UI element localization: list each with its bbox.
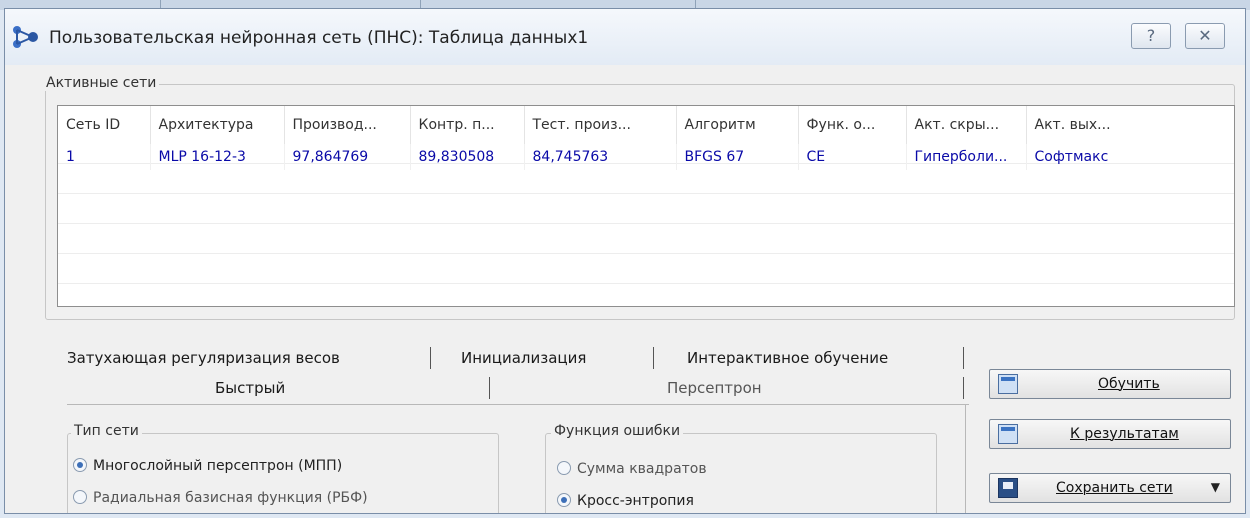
tab-perceptron[interactable]: Персептрон (667, 379, 762, 397)
table-cell: CE (798, 144, 907, 170)
help-button[interactable]: ? (1131, 23, 1171, 49)
tab-panel-border (965, 404, 966, 513)
results-icon (998, 424, 1018, 444)
radio-selected-icon (557, 493, 571, 507)
column-header[interactable]: Производ... (284, 106, 411, 144)
tab-separator (963, 347, 964, 369)
train-button[interactable]: Обучить (989, 369, 1231, 399)
tab-separator (963, 377, 964, 399)
train-button-label: Обучить (1098, 376, 1160, 392)
radio-selected-icon (73, 458, 87, 472)
column-header[interactable]: Сеть ID (58, 106, 151, 144)
table-cell: 89,830508 (410, 144, 525, 170)
column-header[interactable]: Тест. произ... (524, 106, 677, 144)
tab-interactive-training[interactable]: Интерактивное обучение (687, 349, 888, 367)
table-header-row: Сеть ID Архитектура Производ... Контр. п… (58, 106, 1234, 144)
radio-mlp[interactable]: Многослойный персептрон (МПП) (73, 458, 342, 474)
table-cell: BFGS 67 (676, 144, 799, 170)
title-bar[interactable]: Пользовательская нейронная сеть (ПНС): Т… (5, 9, 1245, 65)
radio-cross-entropy-label: Кросс-энтропия (577, 493, 694, 509)
window-title: Пользовательская нейронная сеть (ПНС): Т… (49, 28, 589, 48)
table-cell: 97,864769 (284, 144, 411, 170)
tab-separator (653, 347, 654, 369)
table-cell: Софтмакс (1026, 144, 1234, 170)
column-header[interactable]: Контр. п... (410, 106, 525, 144)
column-header[interactable]: Алгоритм (676, 106, 799, 144)
neural-network-app-icon (13, 26, 38, 48)
radio-sum-of-squares[interactable]: Сумма квадратов (557, 461, 707, 477)
network-type-label: Тип сети (71, 423, 142, 439)
train-icon (998, 374, 1018, 394)
radio-rbf-label: Радиальная базисная функция (РБФ) (93, 490, 368, 506)
table-cell: Гиперболи... (906, 144, 1027, 170)
tab-weight-decay[interactable]: Затухающая регуляризация весов (67, 349, 340, 367)
column-header[interactable]: Акт. вых... (1026, 106, 1234, 144)
table-cell: 1 (58, 144, 151, 170)
to-results-button[interactable]: К результатам (989, 419, 1231, 449)
radio-unselected-icon (73, 490, 87, 504)
table-row[interactable]: 1 MLP 16-12-3 97,864769 89,830508 84,745… (58, 144, 1234, 170)
networks-table[interactable]: Сеть ID Архитектура Производ... Контр. п… (57, 105, 1235, 307)
column-header[interactable]: Акт. скры... (906, 106, 1027, 144)
dialog-window: Пользовательская нейронная сеть (ПНС): Т… (4, 8, 1246, 514)
column-header[interactable]: Функ. о... (798, 106, 907, 144)
radio-sum-of-squares-label: Сумма квадратов (577, 461, 707, 477)
save-networks-button-label: Сохранить сети (1056, 480, 1173, 496)
tab-quick[interactable]: Быстрый (215, 379, 285, 397)
active-networks-label: Активные сети (43, 75, 160, 91)
table-cell: 84,745763 (524, 144, 677, 170)
save-disk-icon (998, 478, 1018, 498)
radio-unselected-icon (557, 461, 571, 475)
save-networks-button[interactable]: Сохранить сети ▼ (989, 473, 1231, 503)
error-function-label: Функция ошибки (551, 423, 684, 439)
radio-mlp-label: Многослойный персептрон (МПП) (93, 458, 343, 474)
table-cell: MLP 16-12-3 (150, 144, 285, 170)
tab-bottom-border (67, 404, 969, 405)
radio-rbf[interactable]: Радиальная базисная функция (РБФ) (73, 490, 368, 506)
close-button[interactable]: ✕ (1185, 23, 1225, 49)
radio-cross-entropy[interactable]: Кросс-энтропия (557, 493, 694, 509)
tab-separator (489, 377, 490, 399)
column-header[interactable]: Архитектура (150, 106, 285, 144)
to-results-button-label: К результатам (1070, 426, 1179, 442)
tab-initialization[interactable]: Инициализация (461, 349, 586, 367)
chevron-down-icon[interactable]: ▼ (1211, 480, 1220, 494)
tab-separator (430, 347, 431, 369)
